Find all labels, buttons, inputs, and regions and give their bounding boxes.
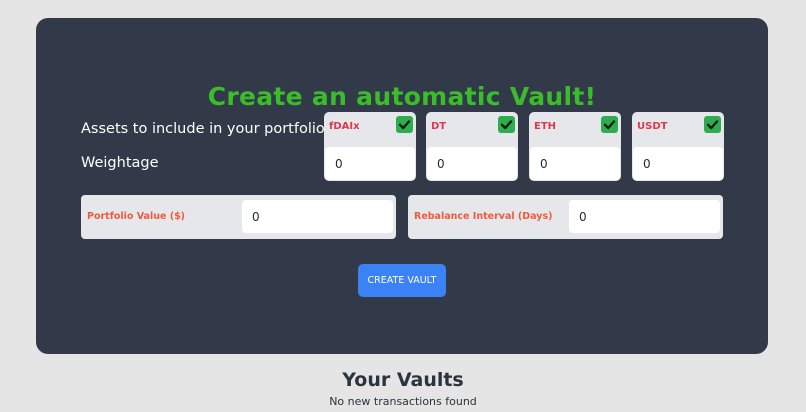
asset-name: DT xyxy=(431,121,447,132)
asset-name: USDT xyxy=(637,121,668,132)
weight-input-usdt[interactable] xyxy=(633,147,723,180)
asset-card-fdaix: fDAIx xyxy=(324,112,416,181)
weight-input-fdaix[interactable] xyxy=(325,147,415,180)
portfolio-value-input[interactable] xyxy=(242,200,393,233)
create-vault-card: Create an automatic Vault! Assets to inc… xyxy=(36,18,768,354)
check-icon[interactable] xyxy=(498,116,515,133)
your-vaults-heading: Your Vaults xyxy=(342,369,464,391)
empty-vaults-message: No new transactions found xyxy=(329,395,477,408)
asset-card-dt: DT xyxy=(426,112,518,181)
create-vault-button[interactable]: CREATE VAULT xyxy=(358,264,446,297)
check-icon[interactable] xyxy=(704,116,721,133)
asset-card-usdt: USDT xyxy=(632,112,724,181)
weight-input-dt[interactable] xyxy=(427,147,517,180)
assets-label: Assets to include in your portfolio xyxy=(81,121,325,137)
asset-card-eth: ETH xyxy=(529,112,621,181)
check-icon[interactable] xyxy=(601,116,618,133)
portfolio-value-field: Portfolio Value ($) xyxy=(81,195,396,239)
weightage-label: Weightage xyxy=(81,155,159,171)
asset-name: fDAIx xyxy=(329,121,360,132)
rebalance-interval-input[interactable] xyxy=(569,200,720,233)
create-vault-title: Create an automatic Vault! xyxy=(207,82,597,111)
rebalance-interval-field: Rebalance Interval (Days) xyxy=(408,195,723,239)
check-icon[interactable] xyxy=(396,116,413,133)
portfolio-value-label: Portfolio Value ($) xyxy=(87,211,186,222)
asset-name: ETH xyxy=(534,121,557,132)
weight-input-eth[interactable] xyxy=(530,147,620,180)
rebalance-interval-label: Rebalance Interval (Days) xyxy=(414,211,553,222)
